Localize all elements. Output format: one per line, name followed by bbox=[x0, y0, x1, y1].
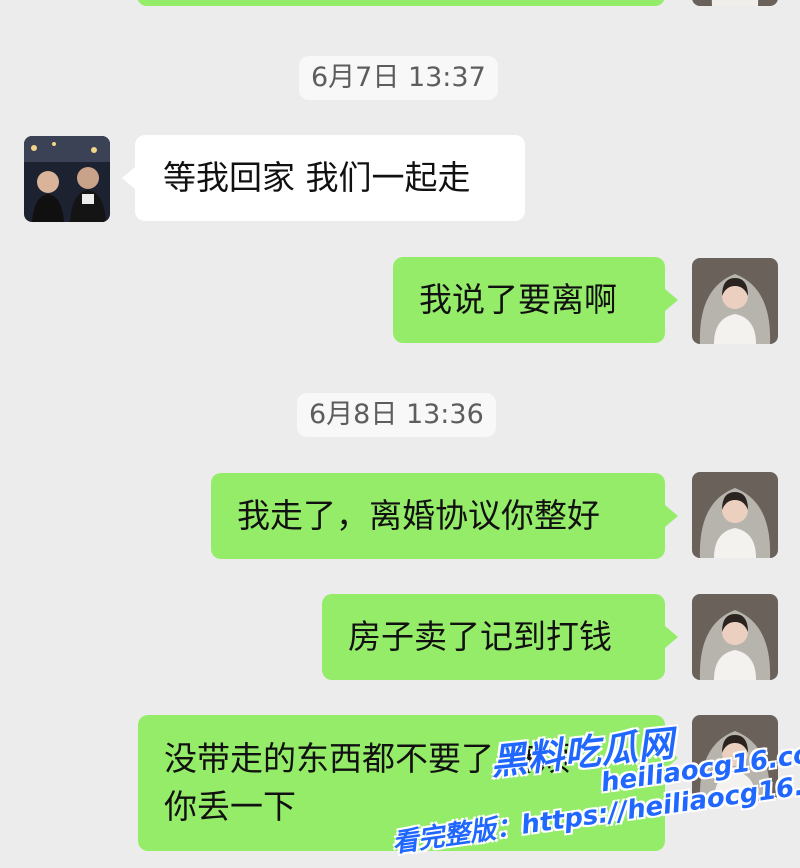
group-photo-avatar-icon bbox=[24, 136, 110, 222]
self-avatar[interactable] bbox=[692, 594, 778, 680]
outgoing-message-bubble[interactable]: 房子卖了记到打钱 bbox=[322, 594, 678, 680]
bride-avatar-icon bbox=[692, 258, 778, 344]
self-avatar-top[interactable] bbox=[692, 0, 778, 6]
bride-avatar-icon bbox=[692, 472, 778, 558]
incoming-message-bubble[interactable]: 等我回家 我们一起走 bbox=[122, 135, 525, 221]
bride-avatar-icon bbox=[692, 594, 778, 680]
message-text: 房子卖了记到打钱 bbox=[348, 617, 612, 656]
message-text: 我说了要离啊 bbox=[419, 280, 617, 319]
message-text: 我走了，离婚协议你整好 bbox=[237, 496, 600, 535]
outgoing-message-bubble[interactable]: 我说了要离啊 bbox=[393, 257, 678, 343]
self-avatar[interactable] bbox=[692, 258, 778, 344]
outgoing-message-bubble[interactable]: 我走了，离婚协议你整好 bbox=[211, 473, 678, 559]
bubble-tail bbox=[122, 167, 135, 189]
contact-avatar[interactable] bbox=[24, 136, 110, 222]
self-avatar[interactable] bbox=[692, 472, 778, 558]
timestamp: 6月8日 13:36 bbox=[297, 393, 496, 437]
bride-avatar-icon bbox=[692, 0, 778, 6]
message-text: 等我回家 我们一起走 bbox=[163, 158, 471, 197]
bubble-tail bbox=[665, 289, 678, 311]
bubble-tail bbox=[665, 626, 678, 648]
timestamp: 6月7日 13:37 bbox=[299, 56, 498, 100]
previous-message-bubble[interactable] bbox=[137, 0, 665, 6]
bubble-tail bbox=[665, 505, 678, 527]
